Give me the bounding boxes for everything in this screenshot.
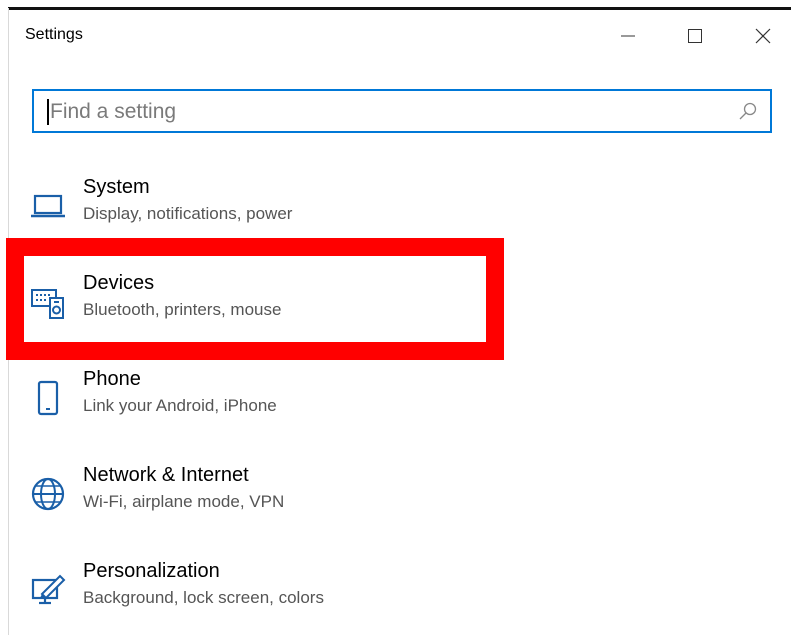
personalization-icon xyxy=(31,574,66,605)
close-icon xyxy=(755,28,771,44)
category-subtitle: Display, notifications, power xyxy=(83,204,293,223)
category-title: Network & Internet xyxy=(83,464,249,486)
minimize-button[interactable] xyxy=(605,16,651,56)
category-subtitle: Wi-Fi, airplane mode, VPN xyxy=(83,492,285,511)
category-title: System xyxy=(83,176,150,198)
search-icon[interactable] xyxy=(738,101,758,121)
window-title: Settings xyxy=(25,26,83,43)
laptop-icon xyxy=(31,194,65,218)
category-network-internet[interactable]: Network & Internet Wi-Fi, airplane mode,… xyxy=(20,464,500,536)
category-title: Personalization xyxy=(83,560,220,582)
search-box[interactable] xyxy=(32,89,772,133)
phone-icon xyxy=(37,380,59,416)
maximize-button[interactable] xyxy=(672,16,718,56)
title-bar[interactable]: Settings xyxy=(9,10,791,62)
devices-highlight-box xyxy=(6,238,504,360)
category-phone[interactable]: Phone Link your Android, iPhone xyxy=(20,368,500,440)
category-personalization[interactable]: Personalization Background, lock screen,… xyxy=(20,560,500,632)
window-top-border xyxy=(0,0,791,10)
maximize-icon xyxy=(688,29,702,43)
category-subtitle: Link your Android, iPhone xyxy=(83,396,277,415)
globe-icon xyxy=(31,477,65,511)
category-title: Phone xyxy=(83,368,141,390)
category-subtitle: Background, lock screen, colors xyxy=(83,588,324,607)
minimize-icon xyxy=(621,35,635,37)
search-input[interactable] xyxy=(48,95,732,129)
close-button[interactable] xyxy=(740,16,786,56)
